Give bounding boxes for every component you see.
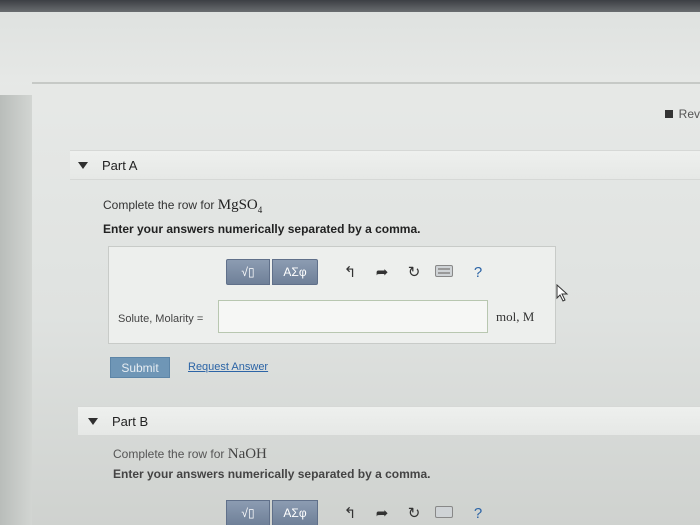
part-b-instruction: Enter your answers numerically separated… — [113, 467, 431, 481]
compound-formula: NaOH — [227, 446, 267, 462]
request-answer-link[interactable]: Request Answer — [188, 361, 268, 373]
submit-button[interactable]: Submit — [110, 357, 170, 378]
keyboard-icon[interactable] — [430, 264, 458, 281]
part-b-header[interactable]: Part B — [78, 406, 700, 436]
review-icon — [664, 110, 673, 118]
math-toolbar: √▯ ΑΣφ ↰ ➦ ↻ ? — [226, 259, 492, 285]
reset-icon[interactable]: ↻ — [400, 263, 428, 281]
solute-molarity-label: Solute, Molarity = — [118, 313, 204, 325]
templates-icon: √▯ — [241, 265, 255, 279]
keyboard-icon[interactable] — [430, 505, 458, 522]
units-label: mol, M — [496, 309, 535, 324]
header-divider — [32, 82, 700, 84]
help-icon[interactable]: ? — [464, 264, 492, 281]
screen-bezel — [0, 0, 700, 12]
greek-symbols-button[interactable]: ΑΣφ — [272, 500, 318, 525]
part-a-instruction: Enter your answers numerically separated… — [103, 222, 421, 236]
left-panel — [0, 95, 32, 525]
compound-formula: MgSO4 — [217, 197, 263, 215]
prompt-text: Complete the row for — [113, 447, 225, 461]
templates-button[interactable]: √▯ — [226, 259, 270, 285]
help-icon[interactable]: ? — [464, 505, 492, 522]
part-a-title: Part A — [102, 157, 138, 173]
greek-label: ΑΣφ — [283, 506, 307, 520]
redo-icon[interactable]: ➦ — [368, 263, 396, 281]
part-a-prompt: Complete the row for MgSO4 — [103, 197, 262, 215]
review-link[interactable]: Rev — [664, 107, 700, 121]
greek-symbols-button[interactable]: ΑΣφ — [272, 259, 318, 285]
header-area — [0, 12, 700, 82]
math-toolbar: √▯ ΑΣφ ↰ ➦ ↻ ? — [226, 500, 492, 525]
part-b-title: Part B — [112, 413, 149, 429]
review-link-label: Rev — [678, 107, 700, 121]
mouse-cursor-icon — [556, 284, 569, 302]
part-b-prompt: Complete the row for NaOH — [113, 446, 267, 463]
undo-icon[interactable]: ↰ — [336, 263, 364, 281]
redo-icon[interactable]: ➦ — [368, 504, 396, 522]
reset-icon[interactable]: ↻ — [400, 504, 428, 522]
greek-label: ΑΣφ — [283, 265, 307, 279]
collapse-triangle-icon[interactable] — [78, 161, 88, 169]
part-a-header[interactable]: Part A — [70, 150, 700, 180]
answer-input[interactable] — [218, 300, 488, 333]
templates-button[interactable]: √▯ — [226, 500, 270, 525]
prompt-text: Complete the row for — [103, 198, 215, 212]
undo-icon[interactable]: ↰ — [336, 504, 364, 522]
templates-icon: √▯ — [241, 506, 255, 520]
collapse-triangle-icon[interactable] — [88, 417, 98, 425]
